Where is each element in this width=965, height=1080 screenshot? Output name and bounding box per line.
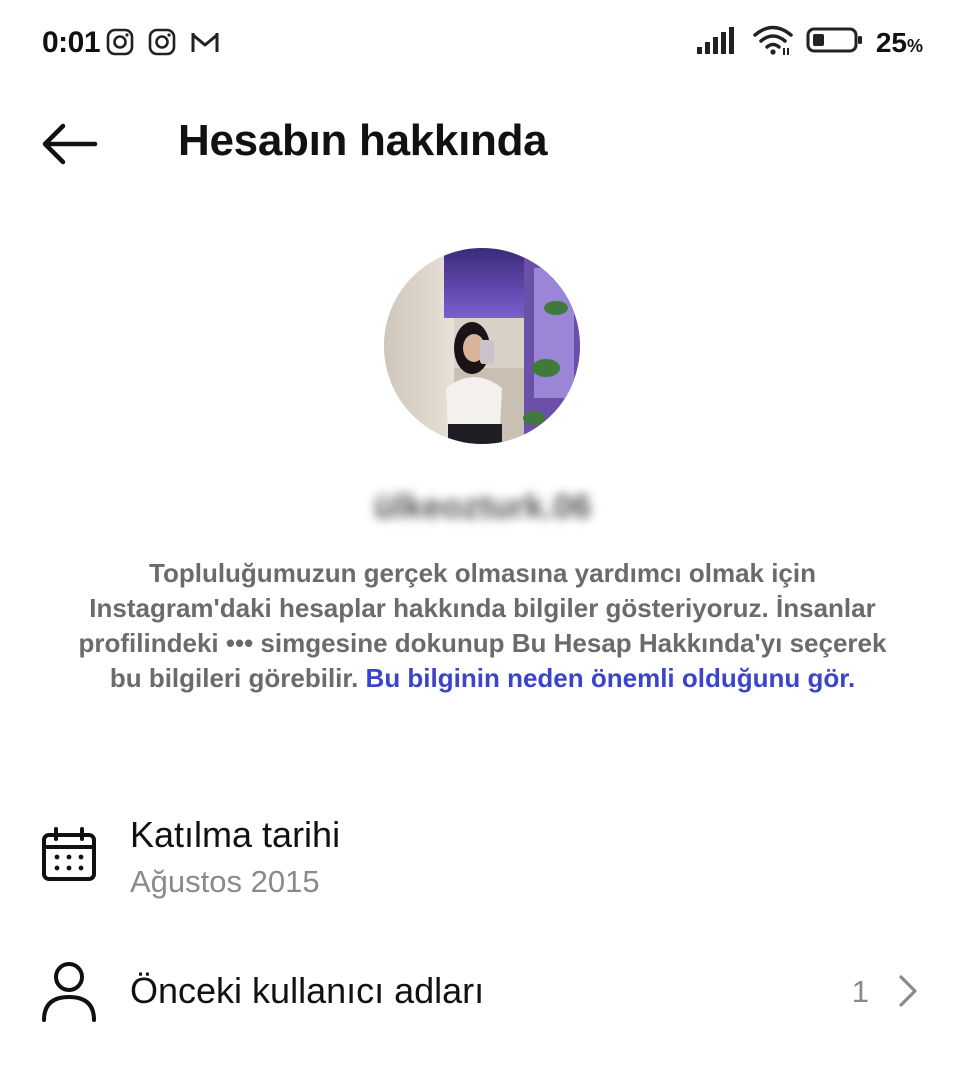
status-bar: 0:01 25%: [0, 0, 965, 90]
about-account-screen: 0:01 25% Hesabın hakkında ülkeozturk.06 …: [0, 0, 965, 1080]
profile-avatar: [384, 248, 580, 444]
instagram-icon: [148, 28, 176, 61]
status-time: 0:01: [42, 26, 101, 59]
instagram-icon: [106, 28, 134, 61]
previous-usernames-label: Önceki kullanıcı adları: [130, 970, 485, 1011]
chevron-right-icon: [897, 974, 919, 1013]
system-indicators: 25%: [696, 24, 923, 61]
back-arrow-icon: [42, 123, 98, 165]
page-title: Hesabın hakkında: [178, 116, 548, 165]
account-info-description: Topluluğumuzun gerçek olmasına yardımcı …: [70, 556, 895, 696]
user-icon: [38, 960, 100, 1022]
battery-icon: [806, 26, 864, 59]
calendar-icon: [38, 824, 100, 886]
app-header: Hesabın hakkında: [0, 100, 965, 190]
join-date-row: Katılma tarihi Ağustos 2015: [0, 812, 965, 912]
notification-icons: [106, 28, 220, 61]
signal-icon: [696, 25, 740, 60]
learn-more-link[interactable]: Bu bilginin neden önemli olduğunu gör.: [366, 663, 856, 693]
battery-unit: %: [906, 35, 923, 56]
gmail-icon: [190, 28, 220, 61]
previous-usernames-count: 1: [851, 974, 869, 1009]
join-date-value: Ağustos 2015: [130, 864, 320, 899]
battery-level: 25%: [875, 26, 923, 58]
username: ülkeozturk.06: [373, 488, 592, 526]
back-button[interactable]: [36, 118, 102, 170]
join-date-label: Katılma tarihi: [130, 814, 341, 855]
previous-usernames-row[interactable]: Önceki kullanıcı adları 1: [0, 950, 965, 1030]
wifi-icon: [752, 24, 794, 61]
